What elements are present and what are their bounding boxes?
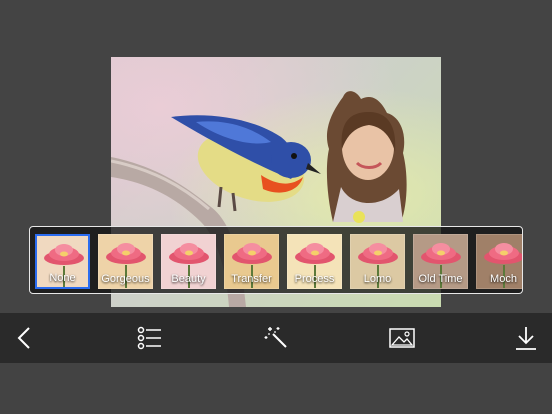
magic-wand-icon <box>264 327 287 348</box>
filter-item[interactable]: Process <box>287 234 342 289</box>
bottom-toolbar <box>0 313 552 363</box>
list-icon <box>137 326 161 350</box>
filter-label: Transfer <box>231 273 272 285</box>
filter-item[interactable]: Lomo <box>350 234 405 289</box>
filter-item[interactable]: Beauty <box>161 234 216 289</box>
filter-label: Moch <box>490 273 517 285</box>
gallery-button[interactable] <box>386 322 418 354</box>
filter-strip[interactable]: None Gorgeous Beauty Transfer Process Lomo Old… <box>29 226 523 294</box>
filter-label: Old Time <box>418 273 463 285</box>
filter-item[interactable]: Gorgeous <box>98 234 153 289</box>
download-button[interactable] <box>510 322 542 354</box>
filter-label: Gorgeous <box>101 273 150 285</box>
image-icon <box>389 328 415 348</box>
chevron-left-icon <box>17 327 30 349</box>
filter-item[interactable]: Moch <box>476 234 522 289</box>
filter-label: Beauty <box>171 273 206 285</box>
editor-canvas: None Gorgeous Beauty Transfer Process Lomo Old… <box>0 0 552 313</box>
effects-button[interactable] <box>261 322 293 354</box>
back-button[interactable] <box>9 322 41 354</box>
filter-label: Lomo <box>363 273 392 285</box>
filter-label: None <box>49 272 76 284</box>
download-icon <box>516 327 536 350</box>
filter-item[interactable]: Transfer <box>224 234 279 289</box>
filter-item[interactable]: None <box>35 234 90 289</box>
bottom-margin <box>0 363 552 414</box>
filter-item[interactable]: Old Time <box>413 234 468 289</box>
frames-list-button[interactable] <box>133 322 165 354</box>
filter-label: Process <box>294 273 335 285</box>
